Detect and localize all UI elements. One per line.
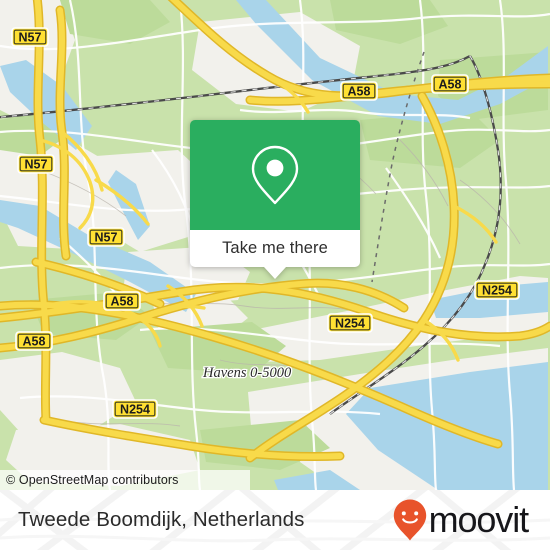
moovit-map-screen: Havens 0-5000 N57 N57 N57 A58 A58 A58 A58 N254 N… [0,0,550,550]
popup-pointer [264,267,286,279]
road-shield-a58[interactable]: A58 [15,331,53,351]
moovit-pin-icon [393,499,426,541]
moovit-wordmark: moovit [428,499,530,540]
osm-attribution[interactable]: © OpenStreetMap contributors [0,470,250,490]
location-popup-card[interactable]: Take me there [190,120,360,279]
road-shield-a58[interactable]: A58 [431,74,469,94]
road-shield-n57[interactable]: N57 [11,27,49,47]
road-shield-n57[interactable]: N57 [17,154,55,174]
moovit-logo[interactable]: moovit [392,498,530,542]
popup-action-bar[interactable]: Take me there [190,230,360,279]
map-place-label: Havens 0-5000 [202,365,292,381]
road-shield-n254[interactable]: N254 [112,399,158,419]
popup-header [190,120,360,230]
shield-label: A58 [348,85,371,99]
map-pin-icon [251,145,299,205]
shield-label: N254 [335,317,365,331]
road-shield-a58[interactable]: A58 [340,81,378,101]
shield-label: N254 [120,403,150,417]
road-shield-n254[interactable]: N254 [474,280,520,300]
road-shield-n254[interactable]: N254 [327,313,373,333]
shield-label: N57 [19,31,42,45]
shield-label: A58 [439,78,462,92]
road-shield-n57[interactable]: N57 [87,227,125,247]
take-me-there-label: Take me there [222,239,328,257]
shield-label: N57 [25,158,48,172]
shield-label: N57 [95,231,118,245]
shield-label: A58 [23,335,46,349]
location-title: Tweede Boomdijk, Netherlands [18,508,305,531]
place-label-group: Havens 0-5000 [201,364,294,383]
shield-label: N254 [482,284,512,298]
shield-label: A58 [111,295,134,309]
road-shield-a58[interactable]: A58 [103,291,141,311]
page-footer: Tweede Boomdijk, Netherlands moovit [0,490,550,550]
